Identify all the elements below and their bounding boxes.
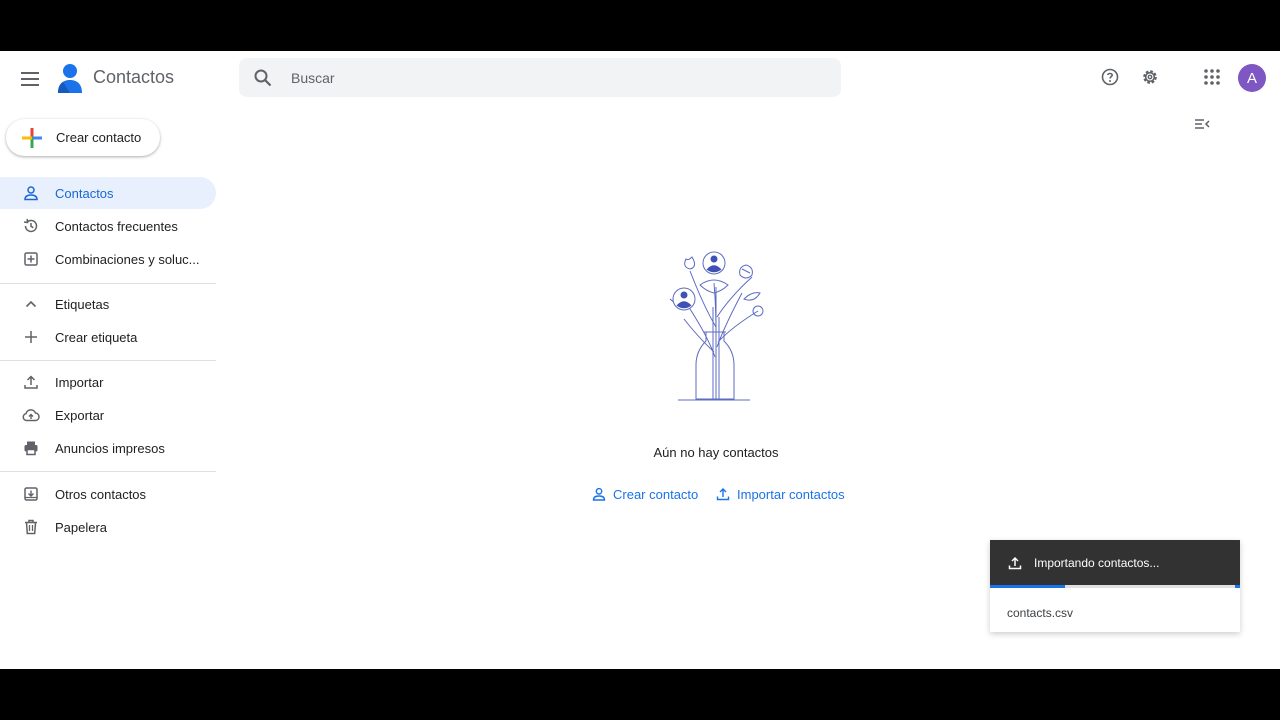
archive-icon	[21, 484, 41, 504]
import-contacts-link[interactable]: Importar contactos	[714, 484, 845, 504]
sidebar-item-print[interactable]: Anuncios impresos	[0, 432, 216, 464]
search-bar[interactable]	[239, 58, 841, 97]
upload-icon	[21, 372, 41, 392]
sidebar-item-label: Crear etiqueta	[55, 329, 138, 345]
create-contact-label: Crear contacto	[56, 130, 142, 145]
app-title: Contactos	[93, 67, 175, 87]
trash-icon	[21, 517, 41, 537]
create-contact-button[interactable]: Crear contacto	[6, 119, 160, 156]
sidebar-item-label: Etiquetas	[55, 296, 110, 312]
sidebar-item-label: Contactos frecuentes	[55, 218, 178, 234]
sidebar-item-trash[interactable]: Papelera	[0, 511, 216, 543]
sidebar-item-label: Papelera	[55, 519, 108, 535]
chevron-up-icon	[21, 294, 41, 314]
upload-icon	[714, 485, 732, 503]
sidebar-item-label: Importar	[55, 374, 104, 390]
plus-icon	[21, 327, 41, 347]
sidebar-divider	[0, 283, 216, 284]
upload-icon	[1006, 554, 1024, 572]
search-input[interactable]	[289, 68, 813, 87]
sidebar-item-other-contacts[interactable]: Otros contactos	[0, 478, 216, 510]
contacts-app: Contactos A Crear contacto Conta	[0, 51, 1280, 669]
sidebar-create-label[interactable]: Crear etiqueta	[0, 321, 216, 353]
person-icon	[21, 183, 41, 203]
import-file-name: contacts.csv	[1007, 606, 1074, 620]
sidebar-item-import[interactable]: Importar	[0, 366, 216, 398]
contacts-logo-icon	[56, 62, 84, 94]
sidebar-divider	[0, 360, 216, 361]
sidebar-item-export[interactable]: Exportar	[0, 399, 216, 431]
history-icon	[21, 216, 41, 236]
empty-state-message: Aún no hay contactos	[653, 445, 779, 460]
settings-gear-icon[interactable]	[1138, 65, 1162, 89]
sidebar-item-label: Anuncios impresos	[55, 440, 165, 456]
sidebar-item-merge-fix[interactable]: Combinaciones y soluc...	[0, 243, 216, 275]
import-progress-toast: Importando contactos... contacts.csv	[990, 540, 1240, 632]
sidebar-item-label: Combinaciones y soluc...	[55, 251, 200, 267]
sidebar-item-label: Exportar	[55, 407, 105, 423]
import-progress-fill	[990, 585, 1065, 588]
sidebar-item-contacts[interactable]: Contactos	[0, 177, 216, 209]
merge-icon	[21, 249, 41, 269]
menu-collapse-icon	[1195, 119, 1210, 129]
import-contacts-link-label: Importar contactos	[737, 486, 845, 502]
create-contact-link-label: Crear contacto	[613, 486, 699, 502]
sidebar-divider	[0, 471, 216, 472]
printer-icon	[21, 438, 41, 458]
hamburger-menu-icon	[21, 72, 39, 86]
search-icon[interactable]	[251, 66, 275, 90]
help-icon[interactable]	[1098, 65, 1122, 89]
sidebar-labels-toggle[interactable]: Etiquetas	[0, 288, 216, 320]
sidebar-item-label: Otros contactos	[55, 486, 147, 502]
empty-state-flower-vase-icon	[660, 247, 772, 403]
toggle-side-panel-button[interactable]	[1190, 112, 1214, 136]
apps-grid-icon[interactable]	[1200, 65, 1224, 89]
person-icon	[590, 485, 608, 503]
account-avatar[interactable]: A	[1238, 64, 1266, 92]
toast-header: Importando contactos...	[990, 540, 1240, 585]
colored-plus-icon	[22, 127, 42, 148]
create-contact-link[interactable]: Crear contacto	[590, 484, 698, 504]
cloud-upload-icon	[21, 405, 41, 425]
sidebar-item-frequent[interactable]: Contactos frecuentes	[0, 210, 216, 242]
toast-title: Importando contactos...	[1034, 555, 1160, 570]
import-progress-end	[1235, 585, 1240, 588]
import-progress-bar	[990, 585, 1240, 588]
main-menu-button[interactable]	[14, 63, 46, 95]
sidebar-item-label: Contactos	[55, 185, 114, 201]
